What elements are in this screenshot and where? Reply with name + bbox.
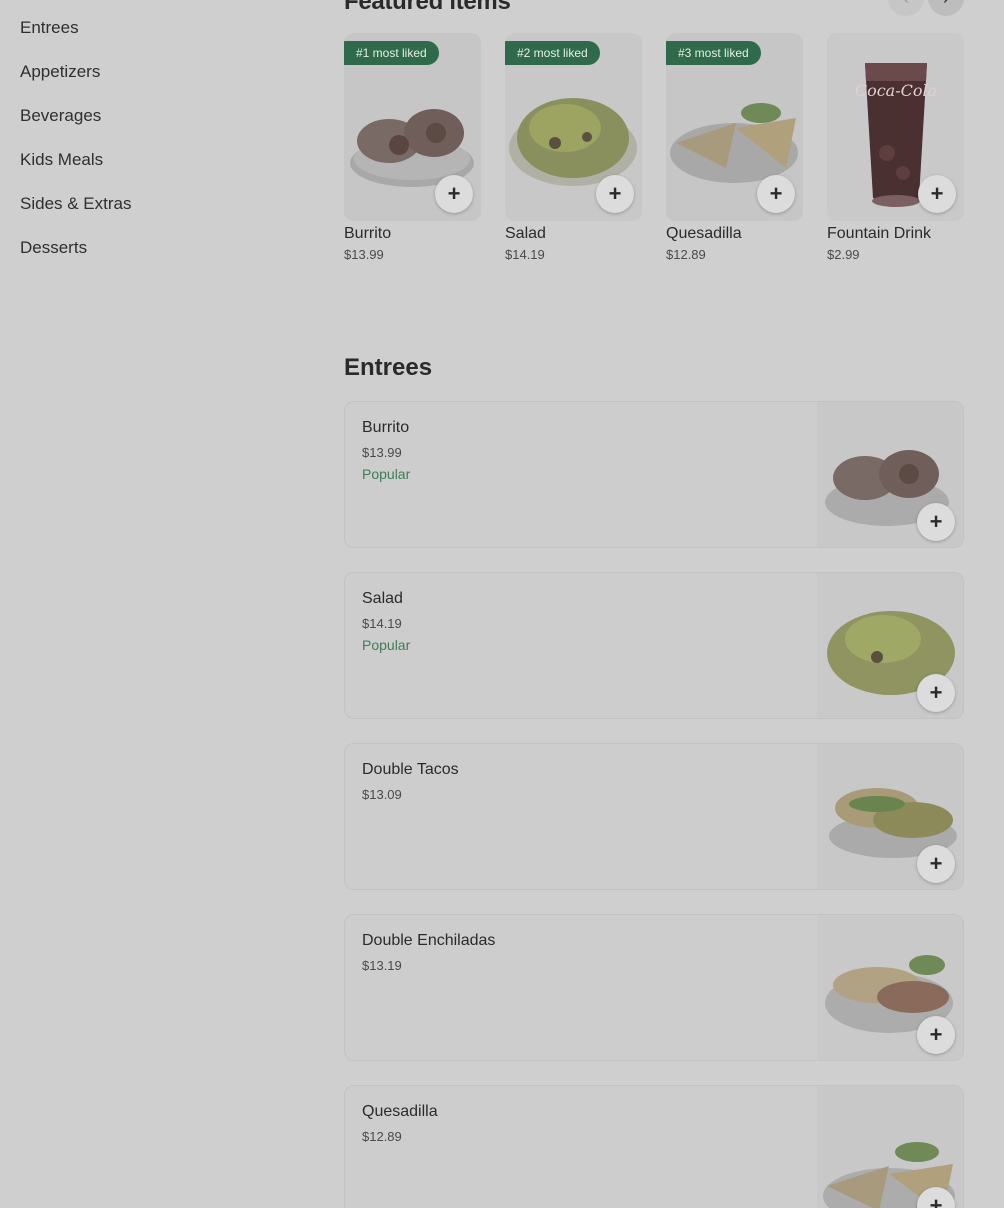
popular-tag: Popular xyxy=(362,637,411,653)
add-to-cart-button[interactable]: + xyxy=(435,175,473,213)
chevron-right-icon: › xyxy=(943,0,949,9)
carousel-prev-button[interactable]: ‹ xyxy=(888,0,924,16)
add-to-cart-button[interactable]: + xyxy=(918,175,956,213)
featured-card-salad[interactable]: #2 most liked + Salad $14.19 xyxy=(505,33,642,262)
featured-card-burrito[interactable]: #1 most liked + Burrito $13.99 xyxy=(344,33,481,262)
menu-item-price: $13.99 xyxy=(362,445,402,460)
sidebar-item-entrees[interactable]: Entrees xyxy=(20,18,79,38)
menu-item-image: + xyxy=(817,744,963,889)
menu-item-price: $13.09 xyxy=(362,787,402,802)
menu-item-salad[interactable]: Salad $14.19 Popular + xyxy=(344,572,964,719)
plus-icon: + xyxy=(608,181,622,206)
featured-card-quesadilla[interactable]: #3 most liked + Quesadilla $12.89 xyxy=(666,33,803,262)
add-to-cart-button[interactable]: + xyxy=(596,175,634,213)
menu-item-name: Quesadilla xyxy=(362,1103,438,1120)
menu-item-image: + xyxy=(817,915,963,1060)
plus-icon: + xyxy=(769,181,783,206)
plus-icon: + xyxy=(929,680,943,705)
menu-item-name: Double Tacos xyxy=(362,761,459,778)
featured-image-salad: #2 most liked + xyxy=(505,33,642,221)
chevron-left-icon: ‹ xyxy=(903,0,909,9)
sidebar-item-sides-extras[interactable]: Sides & Extras xyxy=(20,194,132,214)
sidebar-item-kids-meals[interactable]: Kids Meals xyxy=(20,150,103,170)
plus-icon: + xyxy=(447,181,461,206)
coca-cola-logo: Coca-Cola xyxy=(854,81,938,100)
featured-item-price: $12.89 xyxy=(666,247,706,262)
menu-item-price: $14.19 xyxy=(362,616,402,631)
plus-icon: + xyxy=(929,1022,943,1047)
menu-item-image: + xyxy=(817,1086,963,1208)
featured-card-fountain-drink[interactable]: Coca-Cola + Fountain Drink $2.99 xyxy=(827,33,964,262)
featured-badge: #2 most liked xyxy=(505,41,600,65)
featured-image-quesadilla: #3 most liked + xyxy=(666,33,803,221)
plus-icon: + xyxy=(930,181,944,206)
menu-item-image: + xyxy=(817,402,963,547)
featured-item-price: $14.19 xyxy=(505,247,545,262)
popular-tag: Popular xyxy=(362,466,411,482)
featured-item-name: Fountain Drink xyxy=(827,225,932,242)
menu-item-double-tacos[interactable]: Double Tacos $13.09 + xyxy=(344,743,964,890)
menu-item-price: $12.89 xyxy=(362,1129,402,1144)
section-title-entrees: Entrees xyxy=(344,354,433,381)
plus-icon: + xyxy=(929,509,943,534)
featured-section-title: Featured items xyxy=(344,0,511,15)
featured-item-name: Burrito xyxy=(344,225,392,242)
sidebar-item-beverages[interactable]: Beverages xyxy=(20,106,101,126)
menu-item-name: Double Enchiladas xyxy=(362,932,496,949)
featured-image-fountain-drink: Coca-Cola + xyxy=(827,33,964,221)
menu-item-quesadilla[interactable]: Quesadilla $12.89 + xyxy=(344,1085,964,1208)
add-to-cart-button[interactable]: + xyxy=(917,1016,955,1054)
featured-image-burrito: #1 most liked + xyxy=(344,33,481,221)
menu-item-burrito[interactable]: Burrito $13.99 Popular + xyxy=(344,401,964,548)
menu-item-double-enchiladas[interactable]: Double Enchiladas $13.19 + xyxy=(344,914,964,1061)
sidebar-item-appetizers[interactable]: Appetizers xyxy=(20,62,100,82)
featured-badge: #3 most liked xyxy=(666,41,761,65)
featured-item-price: $13.99 xyxy=(344,247,384,262)
plus-icon: + xyxy=(929,1193,943,1208)
add-to-cart-button[interactable]: + xyxy=(917,674,955,712)
menu-item-image: + xyxy=(817,573,963,718)
featured-item-name: Salad xyxy=(505,225,546,242)
add-to-cart-button[interactable]: + xyxy=(917,503,955,541)
carousel-next-button[interactable]: › xyxy=(928,0,964,16)
featured-item-price: $2.99 xyxy=(827,247,860,262)
featured-item-name: Quesadilla xyxy=(666,225,742,242)
featured-badge: #1 most liked xyxy=(344,41,439,65)
plus-icon: + xyxy=(929,851,943,876)
menu-item-price: $13.19 xyxy=(362,958,402,973)
add-to-cart-button[interactable]: + xyxy=(917,845,955,883)
menu-item-name: Burrito xyxy=(362,419,410,436)
sidebar-item-desserts[interactable]: Desserts xyxy=(20,238,87,258)
add-to-cart-button[interactable]: + xyxy=(757,175,795,213)
menu-item-name: Salad xyxy=(362,590,403,607)
